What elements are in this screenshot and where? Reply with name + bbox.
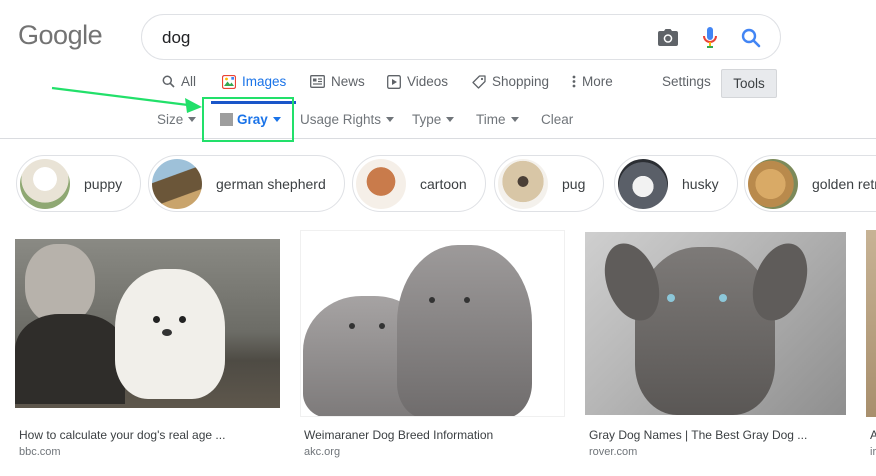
header-divider (0, 138, 876, 139)
caret-down-icon (386, 117, 395, 122)
result-thumbnail[interactable] (585, 232, 846, 415)
tab-videos[interactable]: Videos (387, 74, 448, 89)
related-chip-pug[interactable]: pug (494, 155, 605, 212)
tab-shopping[interactable]: Shopping (472, 74, 549, 89)
result-thumbnail[interactable] (866, 230, 876, 417)
filter-time[interactable]: Time (476, 112, 519, 127)
microphone-icon[interactable] (698, 26, 722, 50)
related-chip-puppy[interactable]: puppy (16, 155, 142, 212)
images-icon (222, 74, 236, 89)
settings-link[interactable]: Settings (662, 74, 711, 89)
chip-thumbnail (20, 158, 70, 209)
related-chip-cartoon[interactable]: cartoon (352, 155, 486, 212)
tab-more[interactable]: More (572, 74, 613, 89)
filter-usage-rights-label: Usage Rights (300, 112, 382, 127)
tab-images[interactable]: Images (222, 74, 286, 89)
result-title: Gray Dog Names | The Best Gray Dog ... (589, 428, 808, 442)
chip-label: husky (682, 175, 719, 192)
highlight-box (202, 97, 294, 142)
chip-thumbnail (356, 158, 406, 209)
tab-label: Shopping (492, 74, 550, 89)
related-chip-husky[interactable]: husky (614, 155, 738, 212)
result-title: How to calculate your dog's real age ... (19, 428, 226, 442)
chip-thumbnail (748, 158, 798, 209)
related-chip-german-shepherd[interactable]: german shepherd (148, 155, 345, 212)
filter-type[interactable]: Type (412, 112, 455, 127)
news-icon (310, 75, 325, 88)
chip-thumbnail (618, 158, 668, 209)
clear-filters-link[interactable]: Clear (541, 112, 573, 127)
result-title: A (870, 428, 876, 442)
result-source: akc.org (304, 446, 341, 458)
tools-button[interactable]: Tools (721, 69, 777, 98)
result-source: ir (870, 446, 876, 458)
tab-news[interactable]: News (310, 74, 365, 89)
tag-icon (472, 74, 486, 89)
filter-time-label: Time (476, 112, 506, 127)
result-source: bbc.com (19, 446, 61, 458)
filter-usage-rights[interactable]: Usage Rights (300, 112, 395, 127)
tools-filter-bar: Size Gray Usage Rights Type Time Clear (0, 112, 876, 132)
result-title: Weimaraner Dog Breed Information (304, 428, 494, 442)
search-box[interactable] (141, 14, 781, 60)
chip-label: puppy (84, 175, 123, 192)
tab-label: More (582, 74, 613, 89)
tab-label: All (181, 74, 197, 89)
chip-label: cartoon (420, 175, 467, 192)
tab-label: Images (242, 74, 287, 89)
search-input[interactable] (162, 26, 642, 50)
caret-down-icon (510, 117, 519, 122)
result-thumbnail[interactable] (300, 230, 565, 417)
filter-size[interactable]: Size (157, 112, 197, 127)
tab-label: News (331, 74, 365, 89)
related-chip-golden-retriever[interactable]: golden retr (744, 155, 876, 212)
video-icon (387, 74, 401, 89)
chip-thumbnail (152, 158, 202, 209)
caret-down-icon (446, 117, 455, 122)
chip-label: german shepherd (216, 175, 326, 192)
chip-label: pug (562, 175, 586, 192)
result-source: rover.com (589, 446, 638, 458)
caret-down-icon (188, 117, 197, 122)
more-vertical-icon (572, 75, 576, 88)
search-icon (162, 75, 175, 88)
search-submit-icon[interactable] (739, 26, 763, 50)
tab-all[interactable]: All (162, 74, 196, 89)
result-thumbnail[interactable] (15, 239, 280, 408)
camera-icon[interactable] (656, 26, 680, 50)
tab-label: Videos (407, 74, 449, 89)
filter-size-label: Size (157, 112, 184, 127)
chip-label: golden retr (812, 175, 876, 192)
filter-type-label: Type (412, 112, 442, 127)
google-logo[interactable]: Google (18, 20, 103, 51)
chip-thumbnail (498, 158, 548, 209)
